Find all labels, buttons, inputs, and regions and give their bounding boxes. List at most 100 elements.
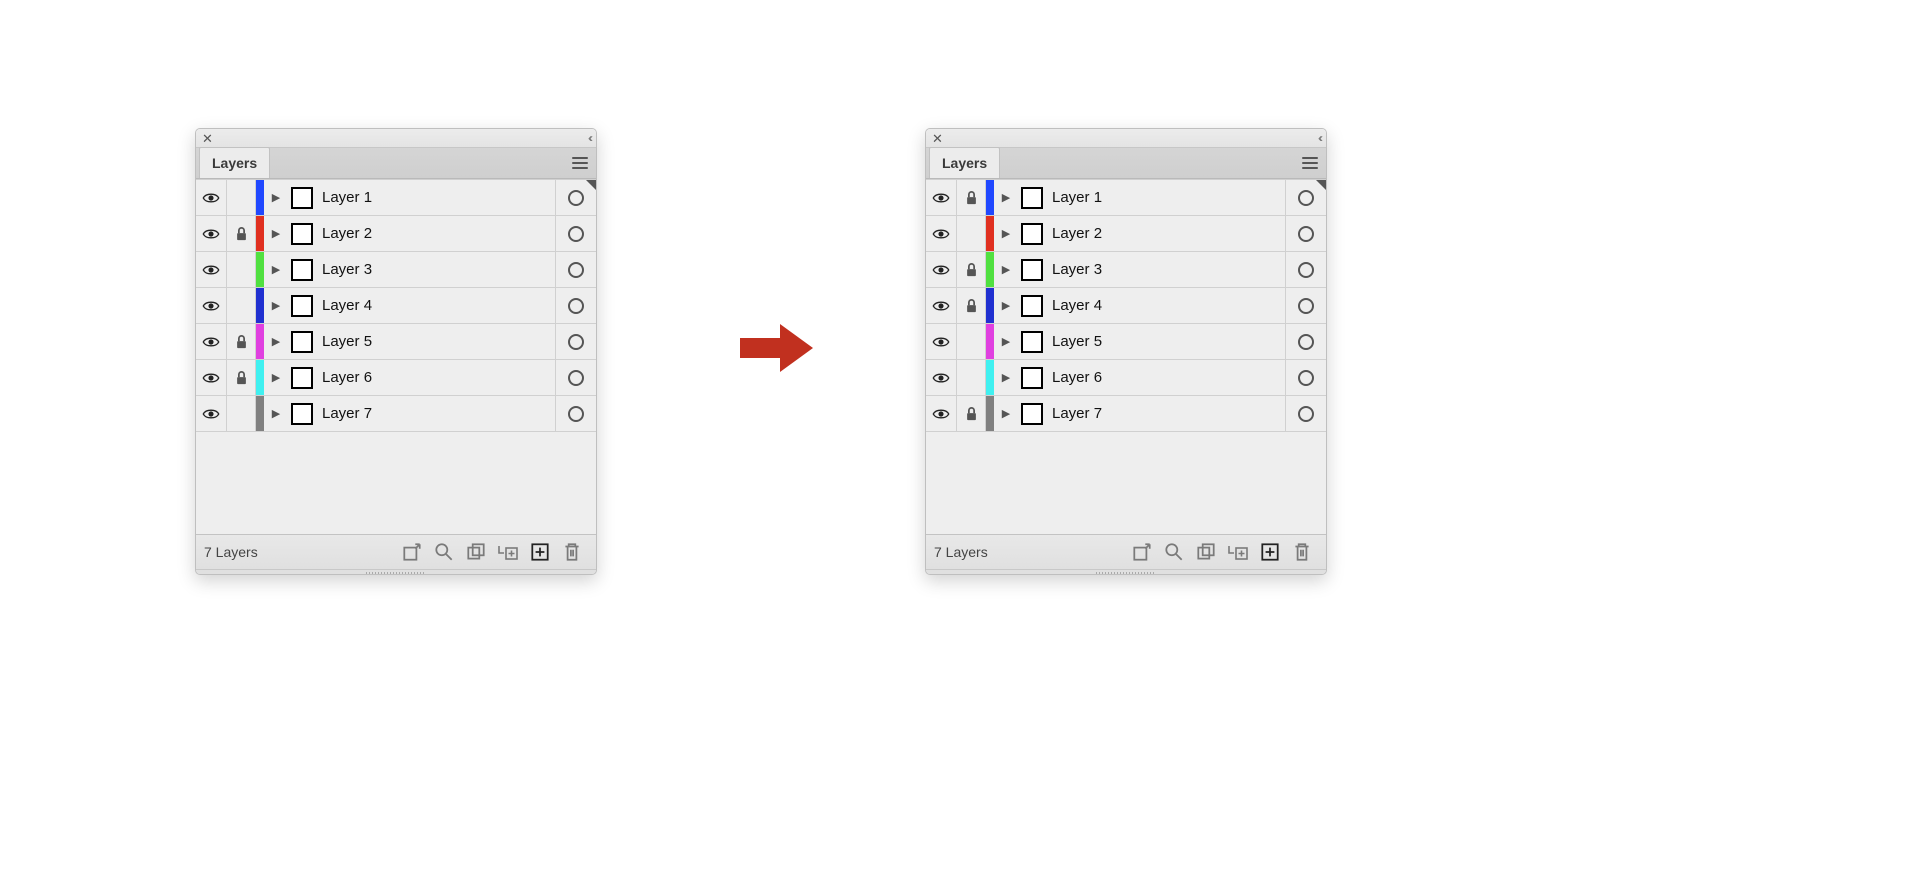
expand-toggle[interactable]: ▶: [994, 227, 1018, 240]
target-indicator[interactable]: [555, 288, 596, 323]
target-indicator[interactable]: [1285, 252, 1326, 287]
delete-layer-icon[interactable]: [1291, 541, 1313, 563]
layer-row[interactable]: ▶ Layer 1: [926, 180, 1326, 216]
lock-toggle[interactable]: [227, 396, 256, 431]
layer-name[interactable]: Layer 7: [1046, 405, 1285, 422]
expand-toggle[interactable]: ▶: [994, 263, 1018, 276]
layer-row[interactable]: ▶Layer 2: [196, 216, 596, 252]
lock-toggle[interactable]: [957, 396, 986, 431]
expand-toggle[interactable]: ▶: [994, 191, 1018, 204]
new-sublayer-icon[interactable]: [497, 541, 519, 563]
visibility-toggle[interactable]: [196, 396, 227, 431]
visibility-toggle[interactable]: [196, 360, 227, 395]
layer-row[interactable]: ▶ Layer 3: [196, 252, 596, 288]
visibility-toggle[interactable]: [196, 288, 227, 323]
layer-name[interactable]: Layer 3: [316, 261, 555, 278]
target-indicator[interactable]: [1285, 396, 1326, 431]
visibility-toggle[interactable]: [196, 180, 227, 215]
expand-toggle[interactable]: ▶: [264, 371, 288, 384]
layer-row[interactable]: ▶ Layer 7: [926, 396, 1326, 432]
layer-name[interactable]: Layer 5: [316, 333, 555, 350]
layer-name[interactable]: Layer 6: [1046, 369, 1285, 386]
layer-row[interactable]: ▶ Layer 6: [196, 360, 596, 396]
target-indicator[interactable]: [1285, 216, 1326, 251]
lock-toggle[interactable]: [957, 216, 986, 251]
release-to-layers-icon[interactable]: [401, 541, 423, 563]
layer-row[interactable]: ▶ Layer 2: [926, 216, 1326, 252]
layer-name[interactable]: Layer 4: [316, 297, 555, 314]
clipping-mask-icon[interactable]: [1195, 541, 1217, 563]
layer-name[interactable]: Layer 1: [316, 189, 555, 206]
layer-name[interactable]: Layer 4: [1046, 297, 1285, 314]
collapse-icon[interactable]: ‹‹: [588, 131, 590, 145]
layer-name[interactable]: Layer 2: [316, 225, 555, 242]
expand-toggle[interactable]: ▶: [264, 263, 288, 276]
expand-toggle[interactable]: ▶: [994, 299, 1018, 312]
layer-row[interactable]: ▶ Layer 6: [926, 360, 1326, 396]
target-indicator[interactable]: [555, 252, 596, 287]
close-icon[interactable]: ✕: [932, 132, 943, 145]
expand-toggle[interactable]: ▶: [264, 299, 288, 312]
close-icon[interactable]: ✕: [202, 132, 213, 145]
expand-toggle[interactable]: ▶: [994, 371, 1018, 384]
visibility-toggle[interactable]: [196, 252, 227, 287]
new-layer-icon[interactable]: [1259, 541, 1281, 563]
lock-toggle[interactable]: [227, 324, 256, 359]
clipping-mask-icon[interactable]: [465, 541, 487, 563]
lock-toggle[interactable]: [957, 180, 986, 215]
target-indicator[interactable]: [555, 216, 596, 251]
panel-menu-icon[interactable]: [570, 154, 590, 172]
target-indicator[interactable]: [1285, 324, 1326, 359]
visibility-toggle[interactable]: [926, 216, 957, 251]
layer-name[interactable]: Layer 3: [1046, 261, 1285, 278]
layer-row[interactable]: ▶ Layer 4: [926, 288, 1326, 324]
layer-name[interactable]: Layer 7: [316, 405, 555, 422]
visibility-toggle[interactable]: [196, 324, 227, 359]
lock-toggle[interactable]: [957, 252, 986, 287]
target-indicator[interactable]: [555, 324, 596, 359]
target-indicator[interactable]: [1285, 360, 1326, 395]
panel-resize-grip[interactable]: [196, 569, 596, 575]
layer-row[interactable]: ▶Layer 1: [196, 180, 596, 216]
visibility-toggle[interactable]: [196, 216, 227, 251]
lock-toggle[interactable]: [227, 180, 256, 215]
target-indicator[interactable]: [1285, 288, 1326, 323]
lock-toggle[interactable]: [227, 252, 256, 287]
panel-resize-grip[interactable]: [926, 569, 1326, 575]
layer-row[interactable]: ▶ Layer 4: [196, 288, 596, 324]
lock-toggle[interactable]: [957, 360, 986, 395]
lock-toggle[interactable]: [227, 288, 256, 323]
layer-name[interactable]: Layer 6: [316, 369, 555, 386]
target-indicator[interactable]: [555, 360, 596, 395]
layer-name[interactable]: Layer 5: [1046, 333, 1285, 350]
delete-layer-icon[interactable]: [561, 541, 583, 563]
tab-layers[interactable]: Layers: [199, 147, 270, 178]
locate-object-icon[interactable]: [433, 541, 455, 563]
new-sublayer-icon[interactable]: [1227, 541, 1249, 563]
lock-toggle[interactable]: [957, 324, 986, 359]
collapse-icon[interactable]: ‹‹: [1318, 131, 1320, 145]
target-indicator[interactable]: [555, 396, 596, 431]
layer-name[interactable]: Layer 2: [1046, 225, 1285, 242]
layer-row[interactable]: ▶ Layer 7: [196, 396, 596, 432]
visibility-toggle[interactable]: [926, 360, 957, 395]
visibility-toggle[interactable]: [926, 252, 957, 287]
layer-name[interactable]: Layer 1: [1046, 189, 1285, 206]
lock-toggle[interactable]: [957, 288, 986, 323]
panel-menu-icon[interactable]: [1300, 154, 1320, 172]
release-to-layers-icon[interactable]: [1131, 541, 1153, 563]
new-layer-icon[interactable]: [529, 541, 551, 563]
lock-toggle[interactable]: [227, 216, 256, 251]
layer-row[interactable]: ▶ Layer 3: [926, 252, 1326, 288]
layer-row[interactable]: ▶Layer 5: [196, 324, 596, 360]
visibility-toggle[interactable]: [926, 288, 957, 323]
visibility-toggle[interactable]: [926, 324, 957, 359]
locate-object-icon[interactable]: [1163, 541, 1185, 563]
lock-toggle[interactable]: [227, 360, 256, 395]
tab-layers[interactable]: Layers: [929, 147, 1000, 178]
visibility-toggle[interactable]: [926, 396, 957, 431]
expand-toggle[interactable]: ▶: [264, 407, 288, 420]
visibility-toggle[interactable]: [926, 180, 957, 215]
expand-toggle[interactable]: ▶: [994, 335, 1018, 348]
expand-toggle[interactable]: ▶: [994, 407, 1018, 420]
